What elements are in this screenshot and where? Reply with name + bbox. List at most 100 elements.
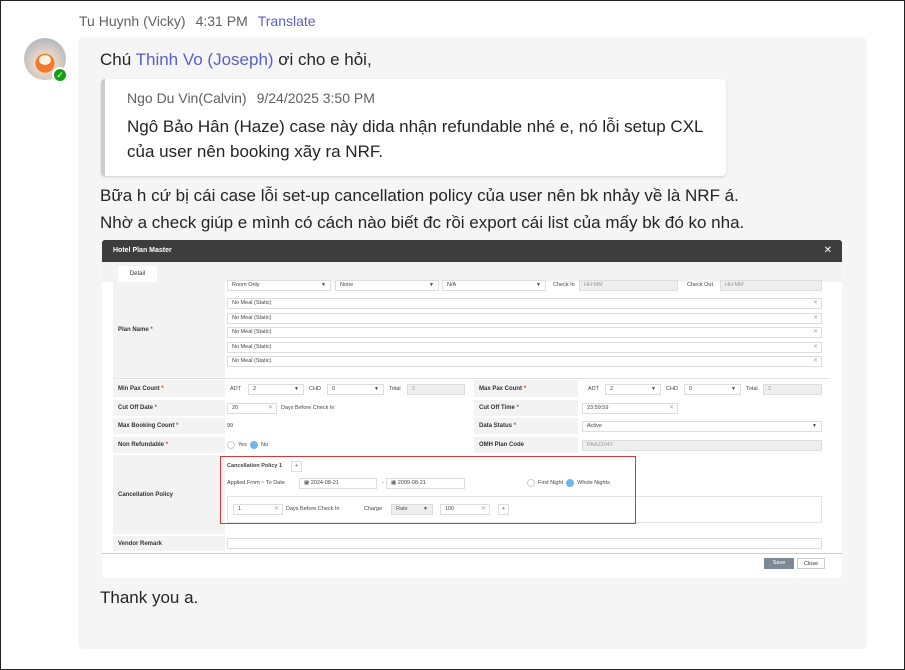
form-text: 0 [689, 386, 693, 392]
form-text: Check Out [687, 282, 713, 288]
form-text: Cut Off Date [118, 405, 153, 411]
form-text: ▼ [812, 423, 817, 429]
mention[interactable]: Thinh Vo (Joseph) [136, 50, 274, 69]
form-field: No Meal (Static) ✕ [227, 298, 822, 309]
field-label: Vendor Remark [113, 536, 225, 551]
form-text: ADT [588, 386, 599, 392]
form-text: No [261, 442, 269, 448]
quote-author: Ngo Du Vin(Calvin) [127, 90, 247, 106]
form-text: ✕ [812, 358, 818, 364]
form-text: No Meal (Static) [232, 344, 272, 350]
field-label: Data Status * [474, 418, 578, 434]
form-text: Plan Name [118, 327, 149, 333]
field-label: Min Pax Count * [113, 380, 225, 397]
form-field: 2 [763, 384, 822, 395]
form-text: ▼ [321, 282, 326, 288]
form-text: Cut Off Time [479, 405, 515, 411]
form-text: Total [746, 386, 758, 392]
tab-detail: Detail [118, 266, 157, 282]
dialog-title: Hotel Plan Master [102, 240, 842, 262]
form-text: ▼ [374, 386, 379, 392]
non-refundable-radios: Yes No [227, 440, 268, 451]
form-text: * [513, 423, 517, 429]
form-field: Active ▼ [582, 421, 822, 432]
close-icon: ✕ [823, 245, 832, 256]
form-field: Room Only ▼ [227, 280, 331, 291]
form-text: 0 [332, 386, 336, 392]
form-text: 2 [253, 386, 257, 392]
form-field: 2 [407, 384, 465, 395]
form-text: ✕ [812, 344, 818, 350]
message-line: Chú Thinh Vo (Joseph) ơi cho e hỏi, [100, 50, 372, 69]
form-text: N/A [447, 282, 457, 288]
form-text: * [154, 405, 158, 411]
message-time: 4:31 PM [195, 13, 248, 29]
form-text: CHD [666, 386, 678, 392]
form-field: 0 ▼ [684, 384, 741, 395]
form-field: No Meal (Static) ✕ [227, 327, 822, 338]
form-text: * [161, 385, 164, 392]
attached-screenshot[interactable]: Hotel Plan Master ✕ Detail Plan Name * R… [102, 240, 842, 578]
quote-time: 9/24/2025 3:50 PM [256, 90, 375, 106]
form-text: ✕ [267, 405, 273, 411]
form-field: No Meal (Static) ✕ [227, 342, 822, 353]
field-label: Max Pax Count * [474, 380, 578, 397]
form-text: Room Only [232, 282, 260, 288]
form-text: 23:59:59 [587, 405, 609, 411]
form-text: ▼ [731, 386, 736, 392]
form-text [113, 378, 830, 379]
form-text [227, 440, 235, 449]
message-line: Thank you a. [100, 588, 199, 607]
form-field: 23:59:59 ✕ [582, 403, 678, 414]
sender-name[interactable]: Tu Huynh (Vicky) [79, 13, 186, 29]
close-button[interactable]: Close [797, 558, 825, 569]
form-text: No Meal (Static) [232, 358, 272, 364]
field-label: Max Booking Count * [113, 418, 225, 434]
form-text: ▼ [294, 386, 299, 392]
form-text: 2 [610, 386, 614, 392]
form-field [227, 538, 822, 549]
form-text: * [176, 423, 179, 429]
available-status-icon: ✓ [52, 67, 68, 83]
form-text: Days Before Check In [281, 405, 335, 411]
form-text: Yes [238, 442, 247, 448]
save-button[interactable]: Save [764, 558, 794, 569]
form-text: CHD [309, 386, 321, 392]
form-field: N/A ▼ [442, 280, 546, 291]
field-label: Non Refundable * [113, 437, 225, 453]
form-text: Max Pax Count [479, 385, 523, 392]
form-text: Data Status [479, 423, 513, 429]
form-field: 2 ▼ [248, 384, 304, 395]
translate-link[interactable]: Translate [258, 13, 316, 29]
quoted-message[interactable]: Ngo Du Vin(Calvin) 9/24/2025 3:50 PM Ngô … [101, 79, 726, 176]
form-field: HH:MM [720, 280, 822, 291]
highlight-box [220, 456, 636, 524]
message-header: Tu Huynh (Vicky) 4:31 PM Translate [79, 13, 316, 29]
form-text: No Meal (Static) [232, 315, 272, 321]
form-text: ✕ [812, 315, 818, 321]
form-text: Non Refundable [118, 442, 164, 448]
label-plan-name: Plan Name * [113, 282, 225, 378]
form-text: * [516, 405, 519, 411]
form-text: ✕ [812, 329, 818, 335]
form-text: * [523, 385, 527, 392]
form-text: Active [587, 423, 602, 429]
form-text: ▼ [429, 282, 434, 288]
form-text: * [150, 327, 153, 333]
form-text: Detail [102, 262, 842, 282]
form-field: None ▼ [335, 280, 439, 291]
field-label: Cancellation Policy [113, 455, 225, 534]
form-field: PAA22047 [582, 440, 822, 451]
form-field: 20 ✕ [227, 403, 277, 414]
form-text [250, 440, 259, 449]
form-text: None [340, 282, 354, 288]
form-text: * [165, 442, 169, 448]
form-text: ✕ [812, 300, 818, 306]
form-text: ▼ [536, 282, 541, 288]
form-text: 20 [232, 405, 239, 411]
form-field: 0 ▼ [327, 384, 384, 395]
field-label: Cut Off Time * [474, 400, 578, 416]
form-text: ✕ [668, 405, 674, 411]
form-text: Total [389, 386, 401, 392]
form-text: 99 [227, 423, 234, 429]
